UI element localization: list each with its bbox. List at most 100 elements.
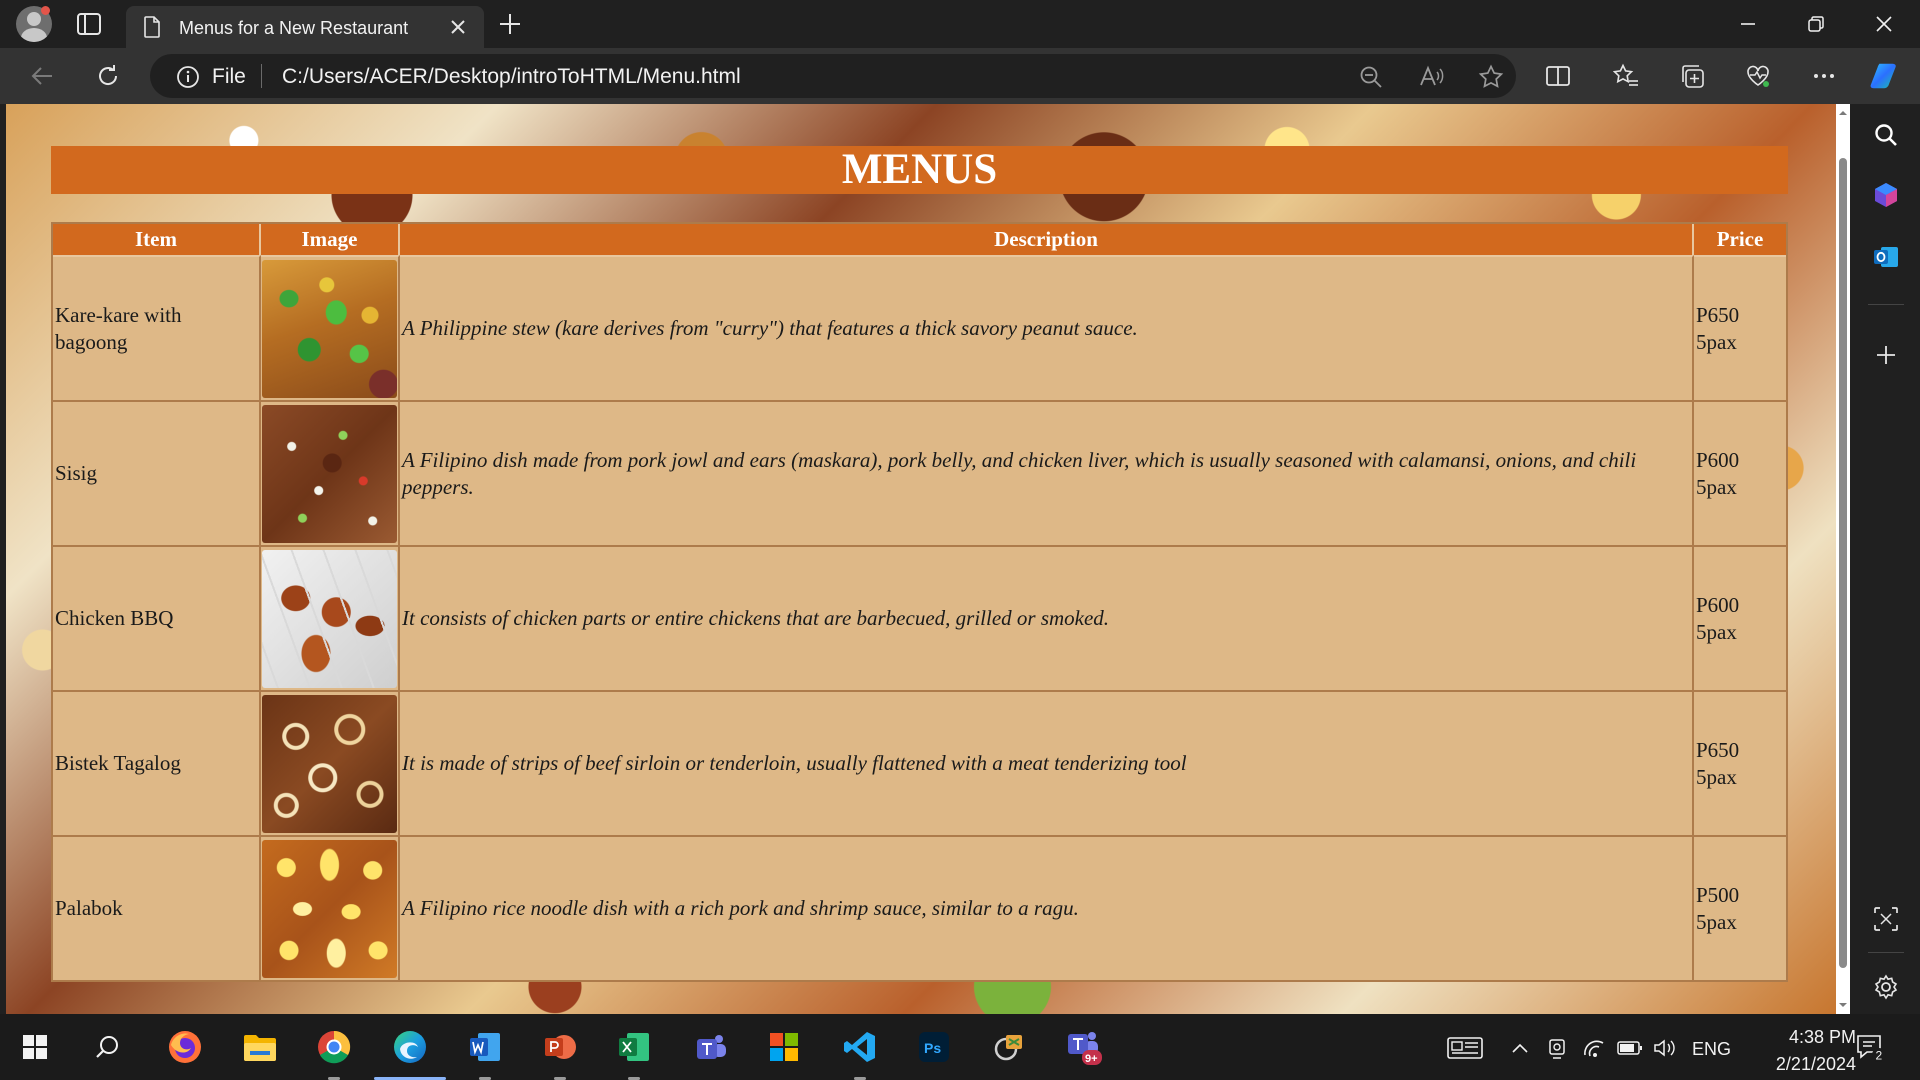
- scroll-up-icon[interactable]: [1838, 108, 1848, 118]
- split-screen-icon: [1546, 66, 1570, 86]
- notification-center-button[interactable]: 2: [1855, 1033, 1887, 1063]
- start-button[interactable]: [15, 1027, 55, 1067]
- taskbar-file-explorer[interactable]: [240, 1027, 280, 1067]
- item-serving: 5pax: [1696, 329, 1737, 354]
- wifi-icon: [1584, 1040, 1604, 1057]
- taskbar-word[interactable]: [465, 1027, 505, 1080]
- sisig-photo: [262, 404, 397, 543]
- favorites-button[interactable]: [1610, 60, 1642, 92]
- menu-table: Item Image Description Price Kare-kare w…: [51, 222, 1788, 982]
- url-text[interactable]: C:/Users/ACER/Desktop/introToHTML/Menu.h…: [282, 65, 741, 89]
- item-price: P650: [1696, 738, 1740, 763]
- taskbar-powerpoint[interactable]: [540, 1027, 580, 1080]
- item-serving: 5pax: [1696, 764, 1737, 789]
- table-row: Sisig A Filipino dish made from pork jow…: [53, 400, 1786, 545]
- close-icon: [1876, 16, 1892, 32]
- gear-icon: [1874, 974, 1898, 1000]
- item-description: It is made of strips of beef sirloin or …: [400, 690, 1694, 835]
- close-window-button[interactable]: [1850, 0, 1918, 48]
- taskbar-teams-chat[interactable]: [690, 1027, 730, 1067]
- tray-volume[interactable]: [1652, 1036, 1678, 1060]
- item-serving: 5pax: [1696, 619, 1737, 644]
- taskbar-snipping-tool[interactable]: [990, 1027, 1030, 1067]
- taskbar-vscode[interactable]: [840, 1027, 880, 1080]
- collections-button[interactable]: [1676, 60, 1708, 92]
- palabok-photo: [262, 839, 397, 978]
- copilot-button[interactable]: [1870, 60, 1902, 92]
- sidebar-settings-button[interactable]: [1871, 972, 1901, 1002]
- notification-icon: 2: [1857, 1035, 1886, 1063]
- item-price: P600: [1696, 448, 1740, 473]
- taskbar-photoshop[interactable]: Ps: [914, 1027, 954, 1067]
- taskbar-edge[interactable]: [374, 1027, 446, 1080]
- news-icon: [1447, 1037, 1483, 1059]
- tray-meet-now[interactable]: [1545, 1036, 1569, 1060]
- browser-essentials-button[interactable]: [1742, 60, 1774, 92]
- browser-tab-active[interactable]: Menus for a New Restaurant: [126, 6, 484, 48]
- item-price-cell: P600 5pax: [1694, 545, 1786, 690]
- close-tab-icon[interactable]: [446, 15, 470, 39]
- tray-wifi[interactable]: [1581, 1036, 1607, 1060]
- tray-news-widget[interactable]: [1446, 1036, 1484, 1060]
- collections-icon: [1682, 65, 1704, 88]
- teams-chat-icon: [697, 1035, 726, 1059]
- column-header-item: Item: [53, 224, 261, 255]
- scrollbar-thumb[interactable]: [1839, 158, 1847, 968]
- item-price-cell: P650 5pax: [1694, 255, 1786, 400]
- taskbar-search-button[interactable]: [88, 1027, 128, 1067]
- battery-icon: [1617, 1041, 1642, 1055]
- tray-language[interactable]: ENG: [1692, 1039, 1731, 1060]
- vertical-scrollbar[interactable]: [1836, 104, 1850, 1014]
- sidebar-designer-button[interactable]: [1871, 180, 1901, 210]
- sidebar-outlook-button[interactable]: [1871, 242, 1901, 272]
- browser-title-bar: Menus for a New Restaurant: [0, 0, 1920, 48]
- zoom-out-icon[interactable]: [1358, 64, 1384, 90]
- bistek-tagalog-photo: [262, 694, 397, 833]
- info-icon[interactable]: [176, 65, 200, 89]
- taskbar-excel[interactable]: [614, 1027, 654, 1080]
- split-screen-button[interactable]: [1542, 60, 1574, 92]
- read-aloud-icon[interactable]: [1418, 64, 1444, 90]
- excel-icon: [619, 1033, 649, 1061]
- tab-title: Menus for a New Restaurant: [179, 18, 409, 38]
- minimize-button[interactable]: [1714, 0, 1782, 48]
- sidebar-screenshot-button[interactable]: [1871, 904, 1901, 934]
- item-price: P650: [1696, 303, 1740, 328]
- settings-more-button[interactable]: [1808, 60, 1840, 92]
- edge-sidebar: [1850, 104, 1920, 1014]
- notification-count: 2: [1876, 1049, 1883, 1063]
- refresh-button[interactable]: [92, 60, 124, 92]
- table-row: Palabok A Filipino rice noodle dish with…: [53, 835, 1786, 980]
- sidebar-search-button[interactable]: [1871, 120, 1901, 150]
- camera-icon: [1549, 1039, 1565, 1059]
- item-description: A Filipino dish made from pork jowl and …: [400, 400, 1694, 545]
- chevron-up-icon: [1512, 1043, 1528, 1053]
- sidebar-add-button[interactable]: [1871, 340, 1901, 370]
- volume-icon: [1654, 1039, 1675, 1057]
- table-row: Chicken BBQ It consists of chicken parts…: [53, 545, 1786, 690]
- new-tab-icon[interactable]: [496, 10, 524, 38]
- taskbar-microsoft-store[interactable]: [764, 1027, 804, 1067]
- document-icon: [144, 16, 160, 38]
- tray-show-hidden-icons[interactable]: [1508, 1036, 1532, 1060]
- tab-actions-icon[interactable]: [76, 12, 102, 36]
- store-icon: [770, 1033, 798, 1061]
- scroll-down-icon[interactable]: [1838, 1000, 1848, 1010]
- restore-button[interactable]: [1782, 0, 1850, 48]
- item-image-cell: [261, 835, 400, 980]
- address-bar[interactable]: File C:/Users/ACER/Desktop/introToHTML/M…: [150, 54, 1516, 98]
- taskbar-chrome[interactable]: [314, 1027, 354, 1080]
- item-description: A Filipino rice noodle dish with a rich …: [400, 835, 1694, 980]
- scheme-label[interactable]: File: [212, 65, 246, 89]
- taskbar-firefox[interactable]: [165, 1027, 205, 1067]
- item-price: P600: [1696, 593, 1740, 618]
- tray-battery[interactable]: [1616, 1036, 1644, 1060]
- taskbar-teams[interactable]: 9+: [1064, 1027, 1104, 1067]
- back-button[interactable]: [26, 60, 58, 92]
- item-description: A Philippine stew (kare derives from "cu…: [400, 255, 1694, 400]
- favorite-star-icon[interactable]: [1478, 64, 1504, 90]
- item-name: Sisig: [53, 400, 261, 545]
- teams-badge: 9+: [1085, 1053, 1098, 1065]
- tray-clock[interactable]: 4:38 PM 2/21/2024: [1736, 1024, 1856, 1078]
- edge-icon: [394, 1031, 426, 1063]
